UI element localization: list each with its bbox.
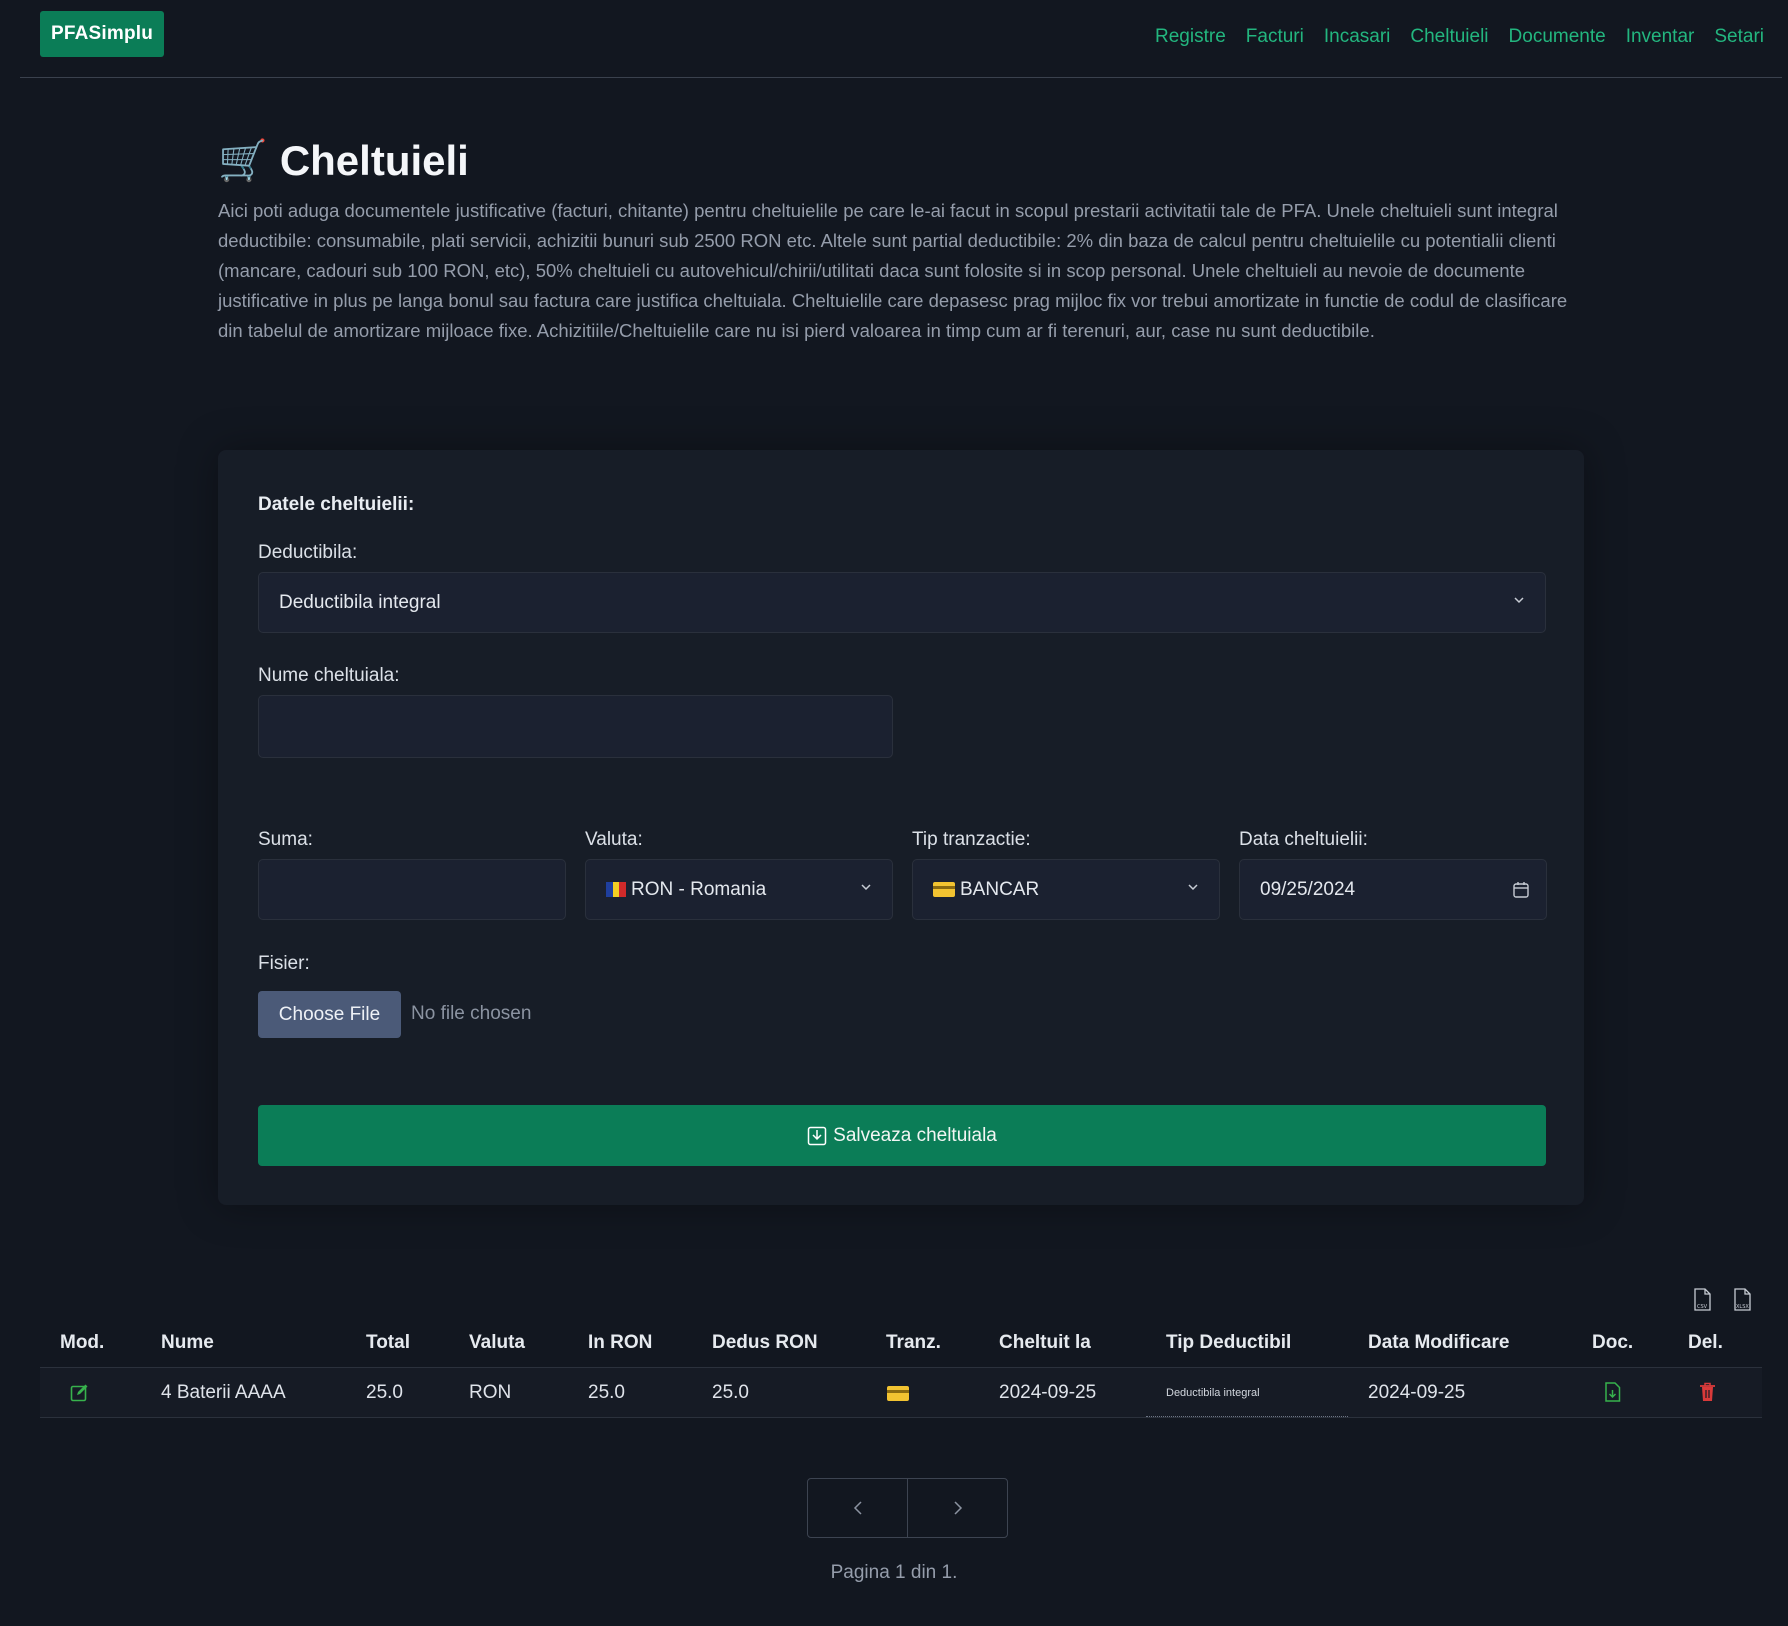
suma-label: Suma: (258, 829, 313, 850)
tip-tranzactie-select[interactable]: BANCAR (912, 859, 1220, 920)
tip-deductibil-underline (1146, 1416, 1348, 1417)
nume-label: Nume cheltuiala: (258, 665, 400, 686)
table-row: 4 Baterii AAAA 25.0 RON 25.0 25.0 2024-0… (40, 1368, 1762, 1418)
svg-text:XLSX: XLSX (1736, 1304, 1749, 1310)
shopping-cart-icon: 🛒 (218, 139, 268, 183)
col-del: Del. (1688, 1331, 1723, 1353)
chevron-down-icon (1188, 884, 1198, 891)
nav-registre[interactable]: Registre (1155, 26, 1226, 48)
expense-form-card: Datele cheltuielii: Deductibila: Deducti… (218, 450, 1584, 1205)
data-cheltuielii-input[interactable]: 09/25/2024 (1239, 859, 1547, 920)
deductibila-select[interactable]: Deductibila integral (258, 572, 1546, 633)
export-icons: CSV XLSX (1692, 1288, 1752, 1312)
svg-text:CSV: CSV (1697, 1304, 1708, 1310)
row-valuta: RON (469, 1382, 512, 1403)
nav-cheltuieli[interactable]: Cheltuieli (1410, 26, 1488, 48)
col-dedus-ron[interactable]: Dedus RON (712, 1332, 818, 1354)
prev-page-button[interactable] (808, 1479, 907, 1537)
col-nume[interactable]: Nume (161, 1332, 214, 1354)
deductibila-value: Deductibila integral (279, 591, 441, 613)
fisier-label: Fisier: (258, 953, 310, 974)
data-cheltuielii-label: Data cheltuielii: (1239, 829, 1368, 850)
row-dedus-ron: 25.0 (712, 1382, 749, 1403)
chevron-down-icon (861, 884, 871, 891)
choose-file-button[interactable]: Choose File (258, 991, 401, 1038)
credit-card-icon (933, 882, 955, 897)
nav-incasari[interactable]: Incasari (1324, 26, 1391, 48)
form-section-title: Datele cheltuielii: (258, 494, 415, 515)
file-status: No file chosen (411, 1003, 532, 1024)
page-header: 🛒 Cheltuieli Aici poti aduga documentele… (218, 134, 1578, 346)
nume-input-field[interactable] (279, 715, 872, 738)
row-data-modificare: 2024-09-25 (1368, 1382, 1466, 1403)
col-doc: Doc. (1592, 1331, 1634, 1353)
table-header-row: Mod. Nume Total Valuta In RON Dedus RON … (40, 1318, 1762, 1368)
pagination (807, 1478, 1008, 1538)
credit-card-icon (887, 1386, 909, 1401)
tip-tranzactie-label: Tip tranzactie: (912, 829, 1031, 850)
suma-input[interactable] (258, 859, 566, 920)
save-expense-button[interactable]: Salveaza cheltuiala (258, 1105, 1546, 1166)
nav-setari[interactable]: Setari (1714, 26, 1764, 48)
romania-flag-icon (606, 882, 627, 897)
trash-icon[interactable] (1699, 1382, 1716, 1402)
next-page-button[interactable] (907, 1479, 1007, 1537)
brand-logo[interactable]: PFASimplu (40, 11, 165, 57)
page-description: Aici poti aduga documentele justificativ… (218, 200, 1568, 341)
col-cheltuit-la[interactable]: Cheltuit la (999, 1332, 1091, 1354)
row-total: 25.0 (366, 1382, 403, 1403)
data-cheltuielii-value: 09/25/2024 (1260, 878, 1356, 900)
document-download-icon[interactable] (1604, 1382, 1621, 1402)
chevron-down-icon (1514, 597, 1524, 604)
col-tip-deductibil[interactable]: Tip Deductibil (1166, 1332, 1291, 1354)
nav-links: Registre Facturi Incasari Cheltuieli Doc… (1155, 26, 1764, 48)
row-in-ron: 25.0 (588, 1382, 625, 1403)
tip-tranzactie-value: BANCAR (960, 878, 1040, 900)
valuta-select[interactable]: RON - Romania (585, 859, 893, 920)
chevron-right-icon (953, 1501, 962, 1515)
suma-input-field[interactable] (279, 878, 545, 901)
deductibila-label: Deductibila: (258, 542, 358, 563)
col-in-ron[interactable]: In RON (588, 1332, 652, 1354)
csv-export-icon[interactable]: CSV (1692, 1288, 1712, 1312)
valuta-label: Valuta: (585, 829, 643, 850)
valuta-value: RON - Romania (631, 878, 767, 900)
row-cheltuit-la: 2024-09-25 (999, 1382, 1097, 1403)
navbar: PFASimplu Registre Facturi Incasari Chel… (20, 0, 1782, 78)
col-data-modificare[interactable]: Data Modificare (1368, 1332, 1509, 1354)
save-button-label: Salveaza cheltuiala (833, 1124, 997, 1146)
nav-inventar[interactable]: Inventar (1626, 26, 1695, 48)
nume-input[interactable] (258, 695, 893, 758)
col-total[interactable]: Total (366, 1332, 410, 1354)
col-valuta[interactable]: Valuta (469, 1332, 525, 1354)
expenses-table: Mod. Nume Total Valuta In RON Dedus RON … (40, 1318, 1762, 1418)
calendar-icon[interactable] (1512, 881, 1530, 899)
nav-facturi[interactable]: Facturi (1246, 26, 1304, 48)
xlsx-export-icon[interactable]: XLSX (1732, 1288, 1752, 1312)
nav-documente[interactable]: Documente (1509, 26, 1606, 48)
page-title: Cheltuieli (279, 137, 469, 184)
save-icon (807, 1126, 827, 1145)
chevron-left-icon (853, 1501, 862, 1515)
col-tranz[interactable]: Tranz. (886, 1332, 941, 1354)
row-nume: 4 Baterii AAAA (161, 1382, 286, 1403)
row-tip-deductibil: Deductibila integral (1166, 1387, 1260, 1399)
edit-icon[interactable] (70, 1383, 89, 1402)
col-mod: Mod. (60, 1331, 105, 1353)
page-info: Pagina 1 din 1. (830, 1562, 958, 1583)
